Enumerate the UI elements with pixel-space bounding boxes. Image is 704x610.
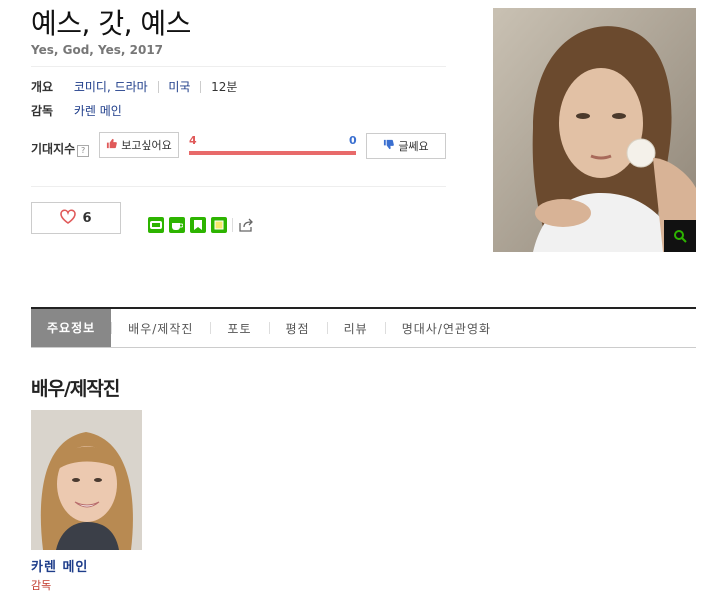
expectation-label: 기대지수? <box>31 140 90 157</box>
help-icon[interactable]: ? <box>77 145 90 157</box>
tab-3[interactable]: 평점 <box>268 320 327 337</box>
overview-row: 개요 코미디, 드라마 미국 12분 <box>31 78 237 95</box>
cafe-icon[interactable] <box>169 217 185 233</box>
cast-section-title: 배우/제작진 <box>31 378 120 400</box>
main-tabs: 주요정보 배우/제작진 포토 평점 리뷰 명대사/연관영화 <box>31 307 696 348</box>
director-label: 감독 <box>31 104 54 118</box>
like-count: 6 <box>82 210 92 226</box>
share-bar <box>148 217 254 233</box>
director-link[interactable]: 카렌 메인 <box>74 104 122 118</box>
separator <box>200 81 202 93</box>
movie-subtitle: Yes, God, Yes, 2017 <box>31 43 164 57</box>
zoom-button[interactable] <box>664 220 696 252</box>
movie-poster[interactable] <box>493 8 696 252</box>
runtime-text: 12분 <box>211 80 238 94</box>
tab-1[interactable]: 배우/제작진 <box>111 320 210 337</box>
overview-label: 개요 <box>31 80 54 94</box>
share-icon[interactable] <box>238 217 254 233</box>
country-link[interactable]: 미국 <box>168 80 190 94</box>
expectation-bar <box>189 151 356 155</box>
cast-role: 감독 <box>31 579 52 592</box>
thumbs-up-icon <box>106 138 118 152</box>
tab-2[interactable]: 포토 <box>210 320 268 337</box>
expectation-label-text: 기대지수 <box>31 142 76 156</box>
tab-5[interactable]: 명대사/연관영화 <box>384 320 508 337</box>
meh-count: 0 <box>349 134 357 147</box>
thumbs-down-icon <box>383 139 395 153</box>
want-count: 4 <box>189 134 197 147</box>
search-icon <box>674 230 687 243</box>
separator <box>157 81 159 93</box>
memo-icon[interactable] <box>211 217 227 233</box>
movie-title: 예스, 갓, 예스 <box>31 7 191 40</box>
expectation-bar-fill <box>189 151 356 155</box>
director-row: 감독 카렌 메인 <box>31 102 122 119</box>
separator <box>232 218 233 232</box>
cast-name[interactable]: 카렌 메인 <box>31 556 88 575</box>
bookmark-icon[interactable] <box>190 217 206 233</box>
divider <box>31 186 446 187</box>
tab-0[interactable]: 주요정보 <box>31 309 112 347</box>
cast-photo[interactable] <box>31 410 142 550</box>
tab-4[interactable]: 리뷰 <box>326 320 385 337</box>
divider <box>31 66 446 67</box>
band-icon[interactable] <box>148 217 164 233</box>
heart-outline-icon <box>60 208 77 228</box>
want-to-see-button[interactable]: 보고싶어요 <box>99 132 179 158</box>
want-to-see-label: 보고싶어요 <box>121 139 172 152</box>
meh-button[interactable]: 글쎄요 <box>366 133 446 159</box>
genre-link[interactable]: 코미디, 드라마 <box>74 80 148 94</box>
meh-label: 글쎄요 <box>398 140 429 153</box>
like-button[interactable]: 6 <box>31 202 121 234</box>
